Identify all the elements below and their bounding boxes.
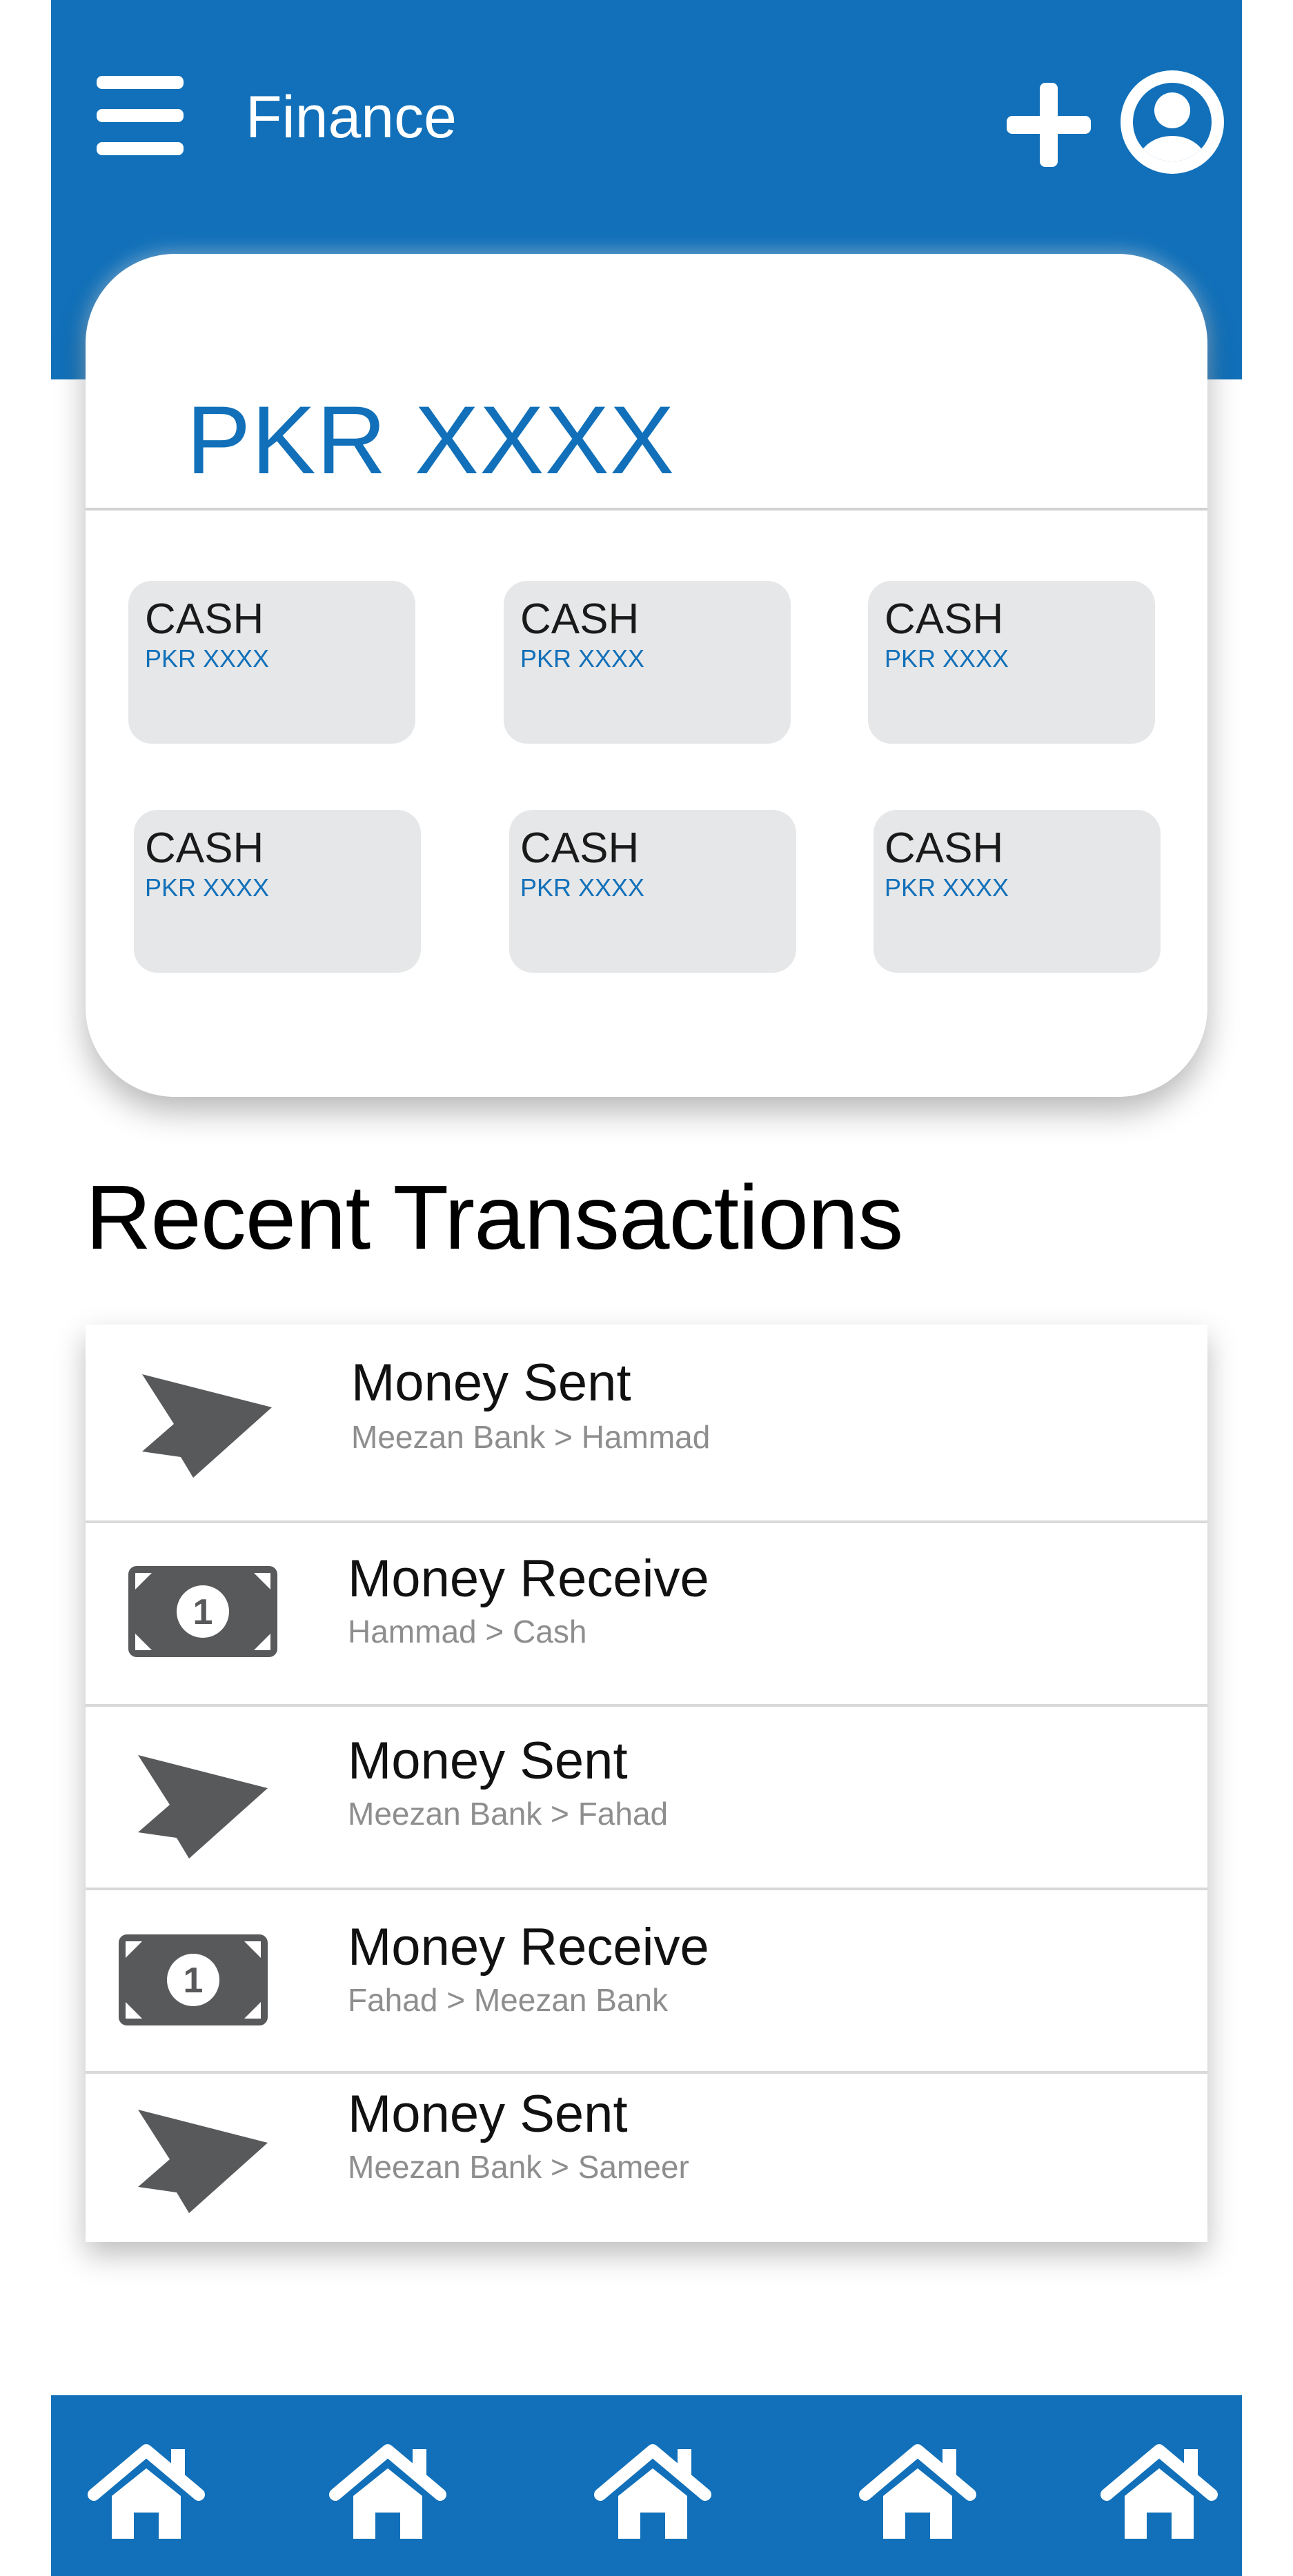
- total-balance: PKR XXXX: [186, 386, 675, 494]
- paper-plane-icon: [142, 1374, 272, 1478]
- recent-transactions-heading: Recent Transactions: [86, 1167, 903, 1268]
- transaction-row[interactable]: 1 Money Receive Hammad > Cash: [86, 1523, 1207, 1707]
- transaction-detail: Meezan Bank > Sameer: [348, 2149, 689, 2185]
- account-amount: PKR XXXX: [520, 644, 645, 673]
- transaction-row[interactable]: Money Sent Meezan Bank > Hammad: [86, 1325, 1207, 1523]
- bottom-navigation: [51, 2395, 1242, 2576]
- svg-text:1: 1: [184, 1961, 204, 2001]
- transaction-title: Money Receive: [348, 1918, 709, 1976]
- app-title: Finance: [246, 84, 457, 150]
- account-tile[interactable]: CASH PKR XXXX: [509, 810, 796, 973]
- banknote-icon: 1: [128, 1566, 277, 1657]
- account-tile[interactable]: CASH PKR XXXX: [868, 581, 1155, 744]
- transaction-detail: Meezan Bank > Fahad: [348, 1796, 669, 1832]
- account-tile[interactable]: CASH PKR XXXX: [873, 810, 1161, 973]
- home-icon[interactable]: [858, 2444, 977, 2544]
- account-amount: PKR XXXX: [145, 873, 270, 902]
- balance-card: PKR XXXX CASH PKR XXXX CASH PKR XXXX CAS…: [86, 254, 1207, 1097]
- transaction-detail: Fahad > Meezan Bank: [348, 1982, 669, 2018]
- home-icon[interactable]: [1100, 2444, 1218, 2544]
- account-tile[interactable]: CASH PKR XXXX: [504, 581, 791, 744]
- transaction-title: Money Sent: [348, 2085, 628, 2143]
- paper-plane-icon: [138, 2110, 268, 2213]
- home-icon[interactable]: [328, 2444, 447, 2544]
- account-name: CASH: [885, 824, 1004, 872]
- plus-icon[interactable]: [1007, 83, 1091, 167]
- app-screen: Finance PKR XXXX CASH PKR XXXX CASH PKR …: [51, 0, 1242, 2576]
- transaction-title: Money Receive: [348, 1549, 709, 1608]
- account-name: CASH: [145, 595, 264, 643]
- account-name: CASH: [520, 595, 640, 643]
- account-name: CASH: [885, 595, 1004, 643]
- transaction-title: Money Sent: [348, 1732, 628, 1790]
- account-name: CASH: [520, 824, 640, 872]
- home-icon[interactable]: [87, 2444, 206, 2544]
- transaction-detail: Meezan Bank > Hammad: [351, 1419, 711, 1455]
- transaction-title: Money Sent: [351, 1354, 631, 1412]
- account-amount: PKR XXXX: [885, 873, 1009, 902]
- transaction-row[interactable]: 1 Money Receive Fahad > Meezan Bank: [86, 1890, 1207, 2074]
- account-amount: PKR XXXX: [885, 644, 1009, 673]
- account-name: CASH: [145, 824, 264, 872]
- account-tile[interactable]: CASH PKR XXXX: [134, 810, 421, 973]
- hamburger-menu-icon[interactable]: [97, 76, 184, 155]
- transaction-detail: Hammad > Cash: [348, 1614, 587, 1649]
- paper-plane-icon: [138, 1755, 268, 1859]
- account-tile[interactable]: CASH PKR XXXX: [128, 581, 415, 744]
- home-icon[interactable]: [593, 2444, 712, 2544]
- account-amount: PKR XXXX: [145, 644, 270, 673]
- svg-text:1: 1: [193, 1592, 213, 1632]
- transactions-list: Money Sent Meezan Bank > Hammad 1 Money …: [86, 1325, 1207, 2242]
- banknote-icon: 1: [119, 1934, 268, 2025]
- transaction-row[interactable]: Money Sent Meezan Bank > Sameer: [86, 2074, 1207, 2242]
- transaction-row[interactable]: Money Sent Meezan Bank > Fahad: [86, 1707, 1207, 1890]
- card-divider: [86, 508, 1207, 511]
- account-amount: PKR XXXX: [520, 873, 645, 902]
- user-avatar-icon[interactable]: [1121, 70, 1224, 174]
